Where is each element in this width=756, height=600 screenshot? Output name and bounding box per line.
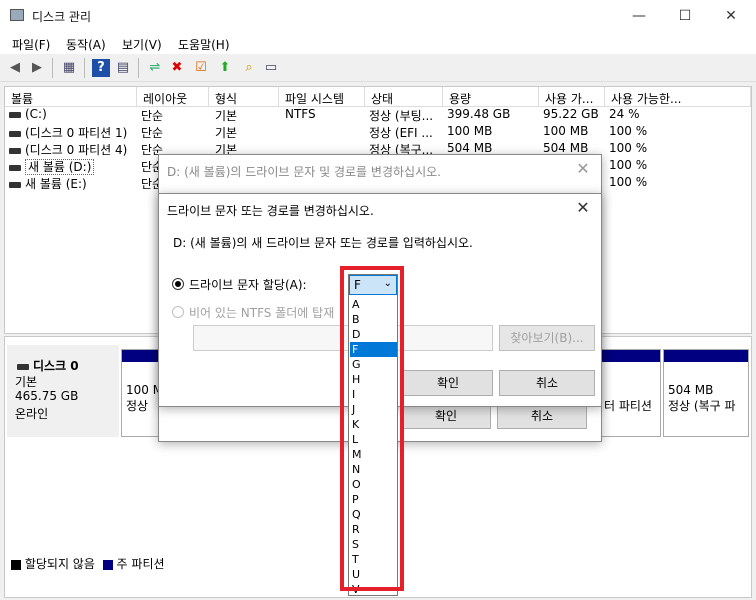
mount-folder-label[interactable]: 비어 있는 NTFS 폴더에 탑재 xyxy=(189,304,334,321)
disk-icon xyxy=(17,363,29,370)
properties-icon[interactable]: ▤ xyxy=(114,59,132,77)
table-cell: 100 % xyxy=(609,124,648,138)
table-cell: 100 % xyxy=(609,158,648,172)
assign-letter-radio[interactable] xyxy=(172,278,184,290)
import-icon[interactable]: ⬆ xyxy=(216,59,234,77)
window-title: 디스크 관리 xyxy=(32,10,92,24)
inner-dialog-close-icon[interactable]: ✕ xyxy=(573,198,593,218)
volume-icon xyxy=(9,147,21,154)
close-button[interactable]: ✕ xyxy=(708,2,754,30)
disk-type: 기본 xyxy=(15,375,38,389)
back-icon[interactable]: ◀ xyxy=(6,59,24,77)
table-cell: (디스크 0 파티션 1) xyxy=(25,126,128,140)
table-cell: 504 MB xyxy=(543,141,589,155)
disk-status: 온라인 xyxy=(15,407,49,421)
legend-primary-label: 주 파티션 xyxy=(116,557,165,571)
browse-button[interactable]: 찾아보기(B)... xyxy=(499,325,595,351)
table-cell: 새 볼륨 (D:) xyxy=(25,159,95,175)
table-row[interactable]: (디스크 0 파티션 1) 단순 기본 정상 (EFI ... 100 MB 1… xyxy=(5,123,751,140)
table-cell: 100 % xyxy=(609,175,648,189)
help-icon[interactable]: ? xyxy=(92,59,110,77)
table-cell: 단순 xyxy=(141,126,164,140)
legend-primary-swatch xyxy=(102,559,113,570)
legend-unallocated-swatch xyxy=(11,559,21,570)
disk-name: 디스크 0 xyxy=(33,359,79,373)
table-cell: 95.22 GB xyxy=(543,107,599,121)
find-icon[interactable]: ⌕ xyxy=(240,59,258,77)
disk-size: 465.75 GB xyxy=(15,389,79,403)
table-cell: 기본 xyxy=(215,126,238,140)
table-cell: (C:) xyxy=(25,107,47,121)
table-cell: 기본 xyxy=(215,109,238,123)
table-cell: 504 MB xyxy=(447,141,493,155)
table-row[interactable]: (C:) 단순 기본 NTFS 정상 (부팅... 399.48 GB 95.2… xyxy=(5,106,751,123)
table-cell: 정상 (EFI ... xyxy=(369,126,433,140)
connect-icon[interactable]: ⇌ xyxy=(146,59,164,77)
volume-icon xyxy=(9,111,21,118)
check-icon[interactable]: ☑ xyxy=(192,59,210,77)
column-header-percent-free[interactable]: 사용 가능한... xyxy=(605,87,751,107)
inner-dialog-prompt: D: (새 볼륨)의 새 드라이브 문자 또는 경로를 입력하십시오. xyxy=(173,236,473,250)
table-cell: (디스크 0 파티션 4) xyxy=(25,143,128,157)
partition-status: 정상 xyxy=(126,399,149,413)
table-cell: 100 MB xyxy=(543,124,589,138)
column-header-type[interactable]: 형식 xyxy=(209,87,279,107)
menu-bar: 파일(F) 동작(A) 보기(V) 도움말(H) xyxy=(0,32,756,54)
menu-view[interactable]: 보기(V) xyxy=(122,36,162,53)
legend: 할당되지 않음 주 파티션 xyxy=(11,555,165,572)
disk-management-icon xyxy=(10,9,24,21)
console-icon[interactable]: ▦ xyxy=(60,59,78,77)
column-header-free[interactable]: 사용 가... xyxy=(539,87,605,107)
menu-help[interactable]: 도움말(H) xyxy=(178,36,230,53)
partition-size: 504 MB xyxy=(668,383,714,397)
assign-letter-label[interactable]: 드라이브 문자 할당(A): xyxy=(189,276,307,293)
outer-dialog-title: D: (새 볼륨)의 드라이브 문자 및 경로를 변경하십시오. xyxy=(167,165,441,179)
inner-ok-button[interactable]: 확인 xyxy=(403,370,493,396)
table-cell: 단순 xyxy=(141,109,164,123)
volume-icon xyxy=(9,130,21,137)
column-header-status[interactable]: 상태 xyxy=(365,87,443,107)
table-cell: NTFS xyxy=(285,107,316,121)
table-cell: 399.48 GB xyxy=(447,107,511,121)
column-header-filesystem[interactable]: 파일 시스템 xyxy=(279,87,365,107)
table-cell: 100 % xyxy=(609,141,648,155)
partition-size: 100 M xyxy=(126,383,162,397)
volume-icon xyxy=(9,181,21,188)
partition-middle[interactable]: 터 파티션 xyxy=(601,349,661,437)
volume-icon xyxy=(9,164,21,171)
legend-unallocated-label: 할당되지 않음 xyxy=(24,557,95,571)
menu-file[interactable]: 파일(F) xyxy=(12,36,50,53)
column-header-volume[interactable]: 볼륨 xyxy=(5,87,137,107)
outer-dialog-close-icon[interactable]: ✕ xyxy=(573,159,593,179)
inner-dialog-title: 드라이브 문자 또는 경로를 변경하십시오. xyxy=(167,204,374,218)
partition-status: 정상 (복구 파 xyxy=(668,399,736,413)
table-cell: 새 볼륨 (E:) xyxy=(25,177,87,191)
toolbar: ◀ ▶ ▦ ? ▤ ⇌ ✖ ☑ ⬆ ⌕ ▭ xyxy=(0,54,756,82)
forward-icon[interactable]: ▶ xyxy=(28,59,46,77)
disk-icon[interactable]: ▭ xyxy=(262,59,280,77)
delete-icon[interactable]: ✖ xyxy=(168,59,186,77)
table-cell: 정상 (부팅... xyxy=(369,109,434,123)
inner-cancel-button[interactable]: 취소 xyxy=(499,370,595,396)
partition-recovery[interactable]: 504 MB 정상 (복구 파 xyxy=(663,349,749,437)
title-bar: 디스크 관리 — ☐ ✕ xyxy=(0,0,756,32)
highlight-box xyxy=(340,266,404,591)
minimize-button[interactable]: — xyxy=(616,2,662,30)
table-cell: 24 % xyxy=(609,107,640,121)
mount-folder-radio[interactable] xyxy=(172,306,184,318)
maximize-button[interactable]: ☐ xyxy=(662,2,708,30)
column-header-capacity[interactable]: 용량 xyxy=(443,87,539,107)
column-header-layout[interactable]: 레이아웃 xyxy=(137,87,209,107)
partition-status: 터 파티션 xyxy=(604,399,652,413)
menu-action[interactable]: 동작(A) xyxy=(66,36,106,53)
table-cell: 100 MB xyxy=(447,124,493,138)
disk-info-panel[interactable]: 디스크 0 기본 465.75 GB 온라인 xyxy=(7,345,119,437)
